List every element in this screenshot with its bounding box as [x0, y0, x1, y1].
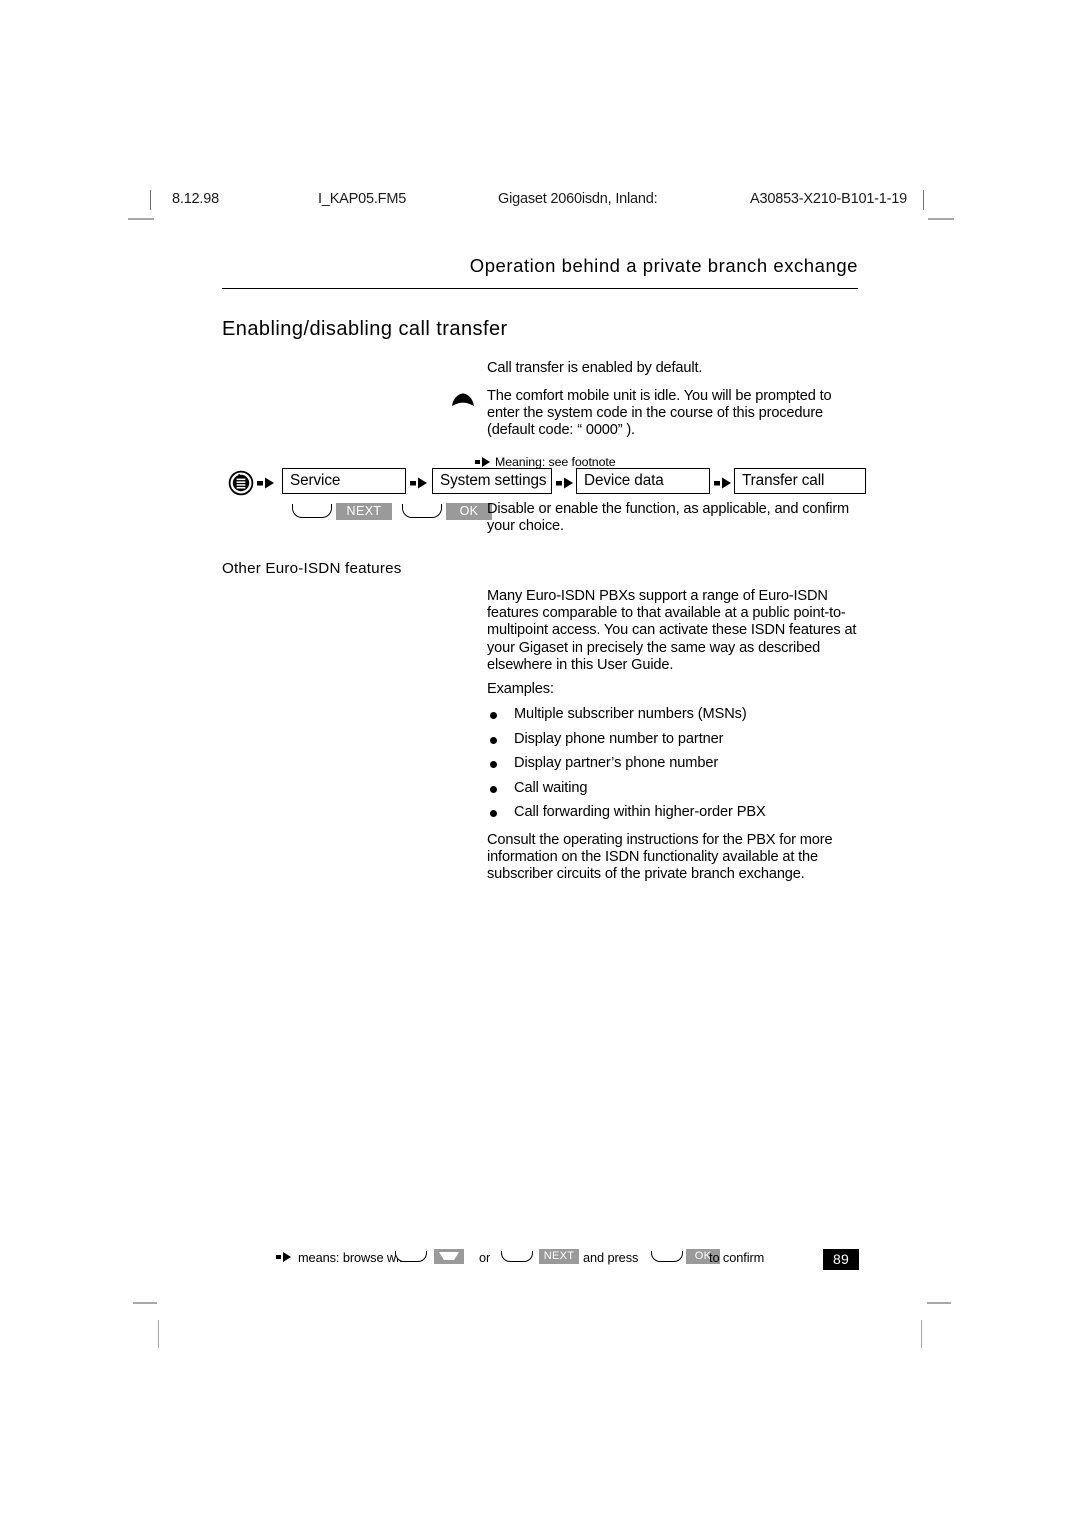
header-divider [222, 288, 858, 290]
crop-mark-bottom-left-vertical [158, 1320, 159, 1348]
consult-paragraph: Consult the operating instructions for t… [487, 832, 833, 883]
list-item-label: Call waiting [514, 779, 588, 796]
list-item: Multiple subscriber numbers (MSNs) [487, 706, 867, 731]
soft-key-label-next: NEXT [336, 503, 392, 520]
footer-soft-key-next[interactable] [501, 1251, 533, 1262]
menu-step-transfer-call[interactable]: Transfer call [734, 468, 866, 494]
flow-arrow-icon-1 [257, 477, 274, 489]
chapter-title: Operation behind a private branch exchan… [469, 255, 858, 276]
menu-key-icon[interactable] [228, 470, 254, 496]
crop-mark-top-right [928, 218, 954, 220]
soft-key-button-ok[interactable] [402, 504, 442, 518]
flow-arrow-icon-3 [556, 477, 573, 489]
footer-soft-key-down[interactable] [395, 1251, 427, 1262]
menu-step-device-data[interactable]: Device data [576, 468, 710, 494]
footer-key-label-next: NEXT [539, 1249, 579, 1264]
menu-step-system-settings[interactable]: System settings [432, 468, 552, 494]
flow-footnote-hint: Meaning: see footnote [475, 455, 616, 469]
flow-arrow-icon-2 [410, 477, 427, 489]
handset-note-paragraph: The comfort mobile unit is idle. You wil… [487, 388, 832, 439]
printer-row-left-rule [150, 190, 151, 210]
list-item: Display partner’s phone number [487, 755, 867, 780]
list-item: Display phone number to partner [487, 731, 867, 756]
crop-mark-bottom-right [927, 1302, 951, 1304]
intro-paragraph: Call transfer is enabled by default. [487, 360, 703, 376]
printer-info-row: 8.12.98 I_KAP05.FM5 Gigaset 2060isdn, In… [150, 190, 930, 212]
examples-list: Multiple subscriber numbers (MSNs) Displ… [487, 706, 867, 829]
crop-mark-bottom-left [133, 1302, 157, 1304]
flow-hint-arrow-icon [475, 457, 490, 467]
source-filename: I_KAP05.FM5 [318, 191, 407, 207]
list-item-label: Display phone number to partner [514, 730, 724, 747]
bullet-dot-icon [490, 712, 497, 719]
flow-footnote-hint-text: Meaning: see footnote [495, 455, 616, 469]
page-number: 89 [823, 1249, 859, 1270]
list-item-label: Multiple subscriber numbers (MSNs) [514, 706, 747, 722]
printer-row-right-rule [923, 190, 924, 210]
list-item-label: Display partner’s phone number [514, 755, 719, 772]
chevron-down-icon [439, 1252, 459, 1268]
examples-label: Examples: [487, 681, 554, 697]
product-name: Gigaset 2060isdn, Inland: [498, 191, 658, 207]
section-title: Enabling/disabling call transfer [222, 318, 508, 340]
print-date: 8.12.98 [172, 191, 219, 207]
footer-and-press-text: and press [583, 1250, 639, 1265]
document-code: A30853-X210-B101-1-19 [750, 191, 908, 207]
menu-step-service[interactable]: Service [282, 468, 406, 494]
footer-means-text: means: browse with [298, 1250, 410, 1265]
bullet-dot-icon [490, 810, 497, 818]
flow-arrow-icon-4 [714, 477, 731, 489]
footer-or-text: or [479, 1250, 491, 1265]
footer-to-confirm-text: to confirm [709, 1250, 765, 1265]
disable-note-paragraph: Disable or enable the function, as appli… [487, 501, 850, 535]
footer-arrow-icon [276, 1252, 291, 1262]
bullet-dot-icon [490, 761, 497, 769]
soft-key-button-next[interactable] [292, 504, 332, 518]
list-item-label: Call forwarding within higher-order PBX [514, 804, 766, 821]
document-page: { "printer_marks": { "date": "8.12.98", … [0, 0, 1080, 1528]
crop-mark-bottom-right-vertical [921, 1320, 922, 1348]
footer-soft-key-ok[interactable] [651, 1251, 683, 1262]
crop-mark-top-left [128, 218, 154, 220]
soft-key-label-ok: OK [446, 503, 492, 520]
bullet-dot-icon [490, 736, 497, 744]
subsection-label-other-features: Other Euro-ISDN features [222, 560, 402, 577]
handset-icon [452, 393, 474, 406]
list-item: Call waiting [487, 780, 867, 805]
euro-isdn-paragraph: Many Euro-ISDN PBXs support a range of E… [487, 588, 857, 673]
footer-key-label-down [434, 1249, 464, 1264]
list-item: Call forwarding within higher-order PBX [487, 804, 867, 829]
bullet-dot-icon [490, 785, 497, 793]
